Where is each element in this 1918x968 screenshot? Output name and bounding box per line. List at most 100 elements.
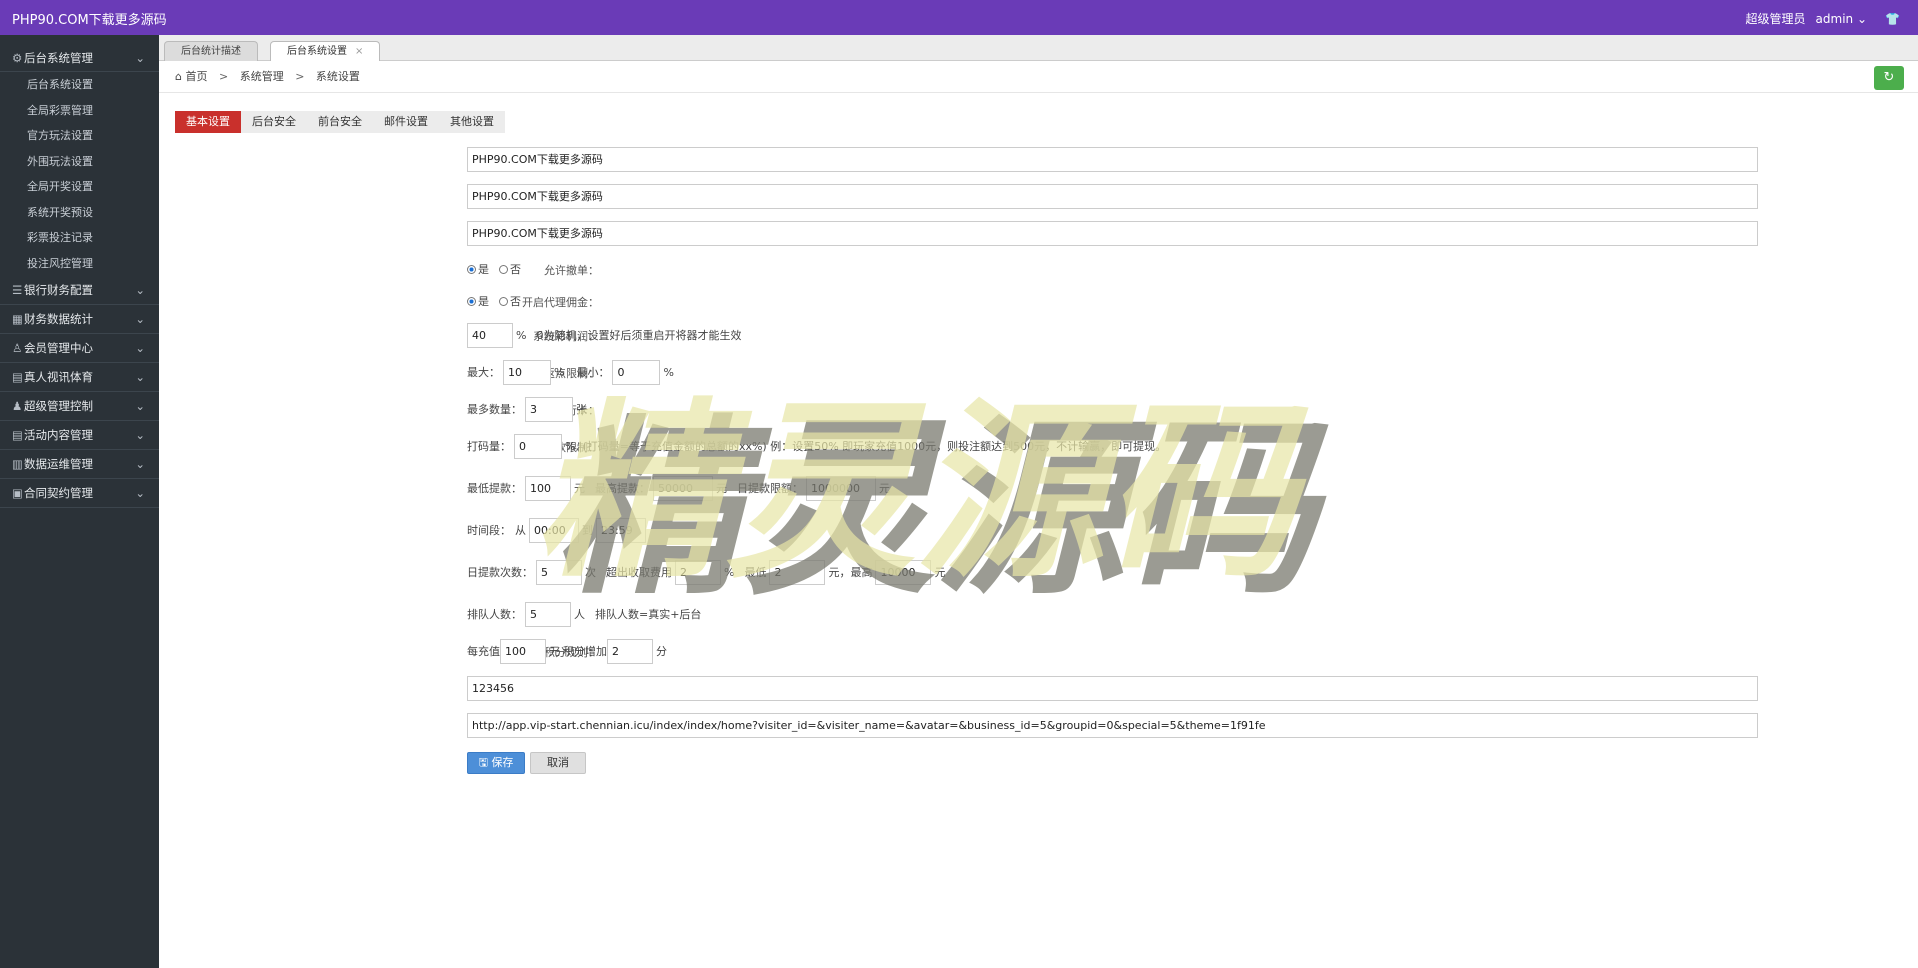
bet-amount-input[interactable]: 0 bbox=[514, 433, 562, 459]
fee-input[interactable]: 2 bbox=[675, 559, 721, 585]
points-add-input[interactable]: 2 bbox=[607, 638, 653, 664]
bank-card-max-label: 最多数量： bbox=[467, 403, 522, 416]
admin-icon: ♟ bbox=[12, 399, 23, 413]
yuan-unit: 元 bbox=[549, 645, 560, 658]
rebate-min-label: 最小： bbox=[576, 366, 610, 379]
building-icon: ▤ bbox=[12, 370, 23, 384]
breadcrumb-separator: > bbox=[218, 70, 229, 83]
percent-unit: % bbox=[516, 328, 527, 342]
top-bar: PHP90.COM下载更多源码 超级管理员 admin ⌄ 👕 bbox=[0, 0, 1918, 35]
bank-card-input[interactable]: 3 bbox=[525, 396, 573, 422]
sidebar-group-activities[interactable]: ▤活动内容管理 ⌄ bbox=[0, 421, 159, 450]
queue-unit: 人 bbox=[574, 608, 585, 621]
bet-amount-label: 打码量： bbox=[467, 440, 511, 453]
fee-max-label: 元，最高 bbox=[828, 566, 873, 579]
save-icon: 🖫 bbox=[478, 756, 488, 769]
save-label: 保存 bbox=[491, 756, 514, 769]
row-qq: 客服QQ： 123456 bbox=[159, 676, 1918, 702]
sidebar-item-official-play[interactable]: 官方玩法设置 bbox=[0, 123, 159, 149]
sidebar-group-bank[interactable]: ☰ 银行财务配置 ⌄ bbox=[0, 276, 159, 305]
daily-limit-input[interactable]: 1000000 bbox=[806, 475, 876, 501]
sidebar-group-contracts[interactable]: ▣合同契约管理 ⌄ bbox=[0, 479, 159, 508]
time-period-label: 时间段： bbox=[467, 524, 511, 537]
bet-amount-note: %, (打码量=等于充值金额的总额的xx%) 例：设置50% 即玩家充值1000… bbox=[565, 440, 1167, 453]
agent-commission-no-radio[interactable] bbox=[499, 296, 508, 306]
time-start-input[interactable]: 00:00 bbox=[529, 517, 579, 543]
site-name-input[interactable]: PHP90.COM下载更多源码 bbox=[467, 147, 1758, 172]
sidebar-item-bet-records[interactable]: 彩票投注记录 bbox=[0, 225, 159, 251]
cancel-button[interactable]: 取消 bbox=[530, 752, 586, 774]
percent-unit: % bbox=[724, 565, 735, 579]
refresh-button[interactable]: ↻ bbox=[1874, 66, 1904, 90]
tab-other-settings[interactable]: 其他设置 bbox=[439, 111, 505, 133]
sidebar-item-draw-preset[interactable]: 系统开奖预设 bbox=[0, 200, 159, 226]
row-withdraw-times: 日提款次数： 5 次 超出收取费用 2 % 最低 2 元，最高 10000 元 bbox=[159, 559, 1918, 585]
chevron-down-icon: ⌄ bbox=[135, 283, 145, 297]
sidebar-item-lottery-manage[interactable]: 全局彩票管理 bbox=[0, 98, 159, 124]
user-menu[interactable]: admin ⌄ bbox=[1816, 12, 1868, 26]
rebate-max-label: 最大： bbox=[467, 366, 500, 379]
rebate-max-input[interactable]: 10 bbox=[503, 359, 551, 385]
list-icon: ☰ bbox=[12, 283, 23, 297]
breadcrumb-separator: > bbox=[295, 70, 305, 83]
doc-icon: ▤ bbox=[12, 428, 23, 442]
breadcrumb: ⌂ 首页 > 系统管理 > 系统设置 ↻ bbox=[159, 61, 1918, 93]
tab-system-settings[interactable]: 后台系统设置 × bbox=[270, 41, 381, 61]
agent-commission-yes-radio[interactable] bbox=[467, 296, 476, 306]
fee-max-input[interactable]: 10000 bbox=[875, 559, 932, 585]
breadcrumb-home[interactable]: 首页 bbox=[185, 70, 207, 83]
chevron-down-icon: ⌄ bbox=[135, 486, 145, 500]
min-withdraw-input[interactable]: 100 bbox=[525, 475, 571, 501]
sidebar-item-draw-settings[interactable]: 全局开奖设置 bbox=[0, 174, 159, 200]
row-rebate: 返点限制： 最大： 10 % 最小： 0 % bbox=[159, 359, 1918, 385]
tab-backend-security[interactable]: 后台安全 bbox=[241, 111, 307, 133]
breadcrumb-system-manage[interactable]: 系统管理 bbox=[240, 70, 284, 83]
daily-times-input[interactable]: 5 bbox=[536, 559, 582, 585]
tab-mail-settings[interactable]: 邮件设置 bbox=[373, 111, 439, 133]
sidebar-item-external-play[interactable]: 外围玩法设置 bbox=[0, 149, 159, 175]
role-label: 超级管理员 bbox=[1745, 12, 1806, 26]
chevron-down-icon: ⌄ bbox=[135, 341, 145, 355]
form-tabs: 基本设置 后台安全 前台安全 邮件设置 其他设置 bbox=[175, 111, 505, 133]
sidebar-item-risk-control[interactable]: 投注风控管理 bbox=[0, 251, 159, 277]
sidebar: ⚙ 后台系统管理 ⌄ 后台系统设置 全局彩票管理 官方玩法设置 外围玩法设置 全局开… bbox=[0, 35, 159, 968]
save-button[interactable]: 🖫 保存 bbox=[467, 752, 525, 774]
sidebar-group-finance-stats[interactable]: ▦财务数据统计 ⌄ bbox=[0, 305, 159, 334]
chevron-down-icon: ⌄ bbox=[135, 399, 145, 413]
sidebar-group-data-ops[interactable]: ▥数据运维管理 ⌄ bbox=[0, 450, 159, 479]
times-unit: 次 bbox=[585, 566, 596, 579]
row-agent-commission: 开启代理佣金： 是 否 bbox=[159, 288, 1918, 314]
qq-input[interactable]: 123456 bbox=[467, 676, 1758, 701]
tab-basic-settings[interactable]: 基本设置 bbox=[175, 111, 241, 133]
fee-min-input[interactable]: 2 bbox=[769, 559, 826, 585]
sidebar-item-system-settings[interactable]: 后台系统设置 bbox=[0, 72, 159, 98]
allow-cancel-yes-radio[interactable] bbox=[467, 264, 476, 274]
profit-input[interactable]: 40 bbox=[467, 322, 513, 348]
queue-input[interactable]: 5 bbox=[525, 601, 571, 627]
per-recharge-input[interactable]: 100 bbox=[500, 638, 546, 664]
breadcrumb-current: 系统设置 bbox=[315, 70, 360, 83]
chart-icon: ▦ bbox=[12, 312, 23, 326]
allow-cancel-no-radio[interactable] bbox=[499, 264, 508, 274]
rebate-min-input[interactable]: 0 bbox=[612, 359, 661, 385]
row-actions: 🖫 保存 取消 bbox=[159, 752, 1918, 778]
sidebar-group-live-sports[interactable]: ▤真人视讯体育 ⌄ bbox=[0, 363, 159, 392]
home-icon: ⌂ bbox=[175, 70, 182, 83]
sidebar-group-super-admin[interactable]: ♟ 超级管理控制 ⌄ bbox=[0, 392, 159, 421]
fee-min-label: 最低 bbox=[744, 566, 767, 579]
row-allow-cancel: 允许撤单： 是 否 bbox=[159, 256, 1918, 282]
keywords-input[interactable]: PHP90.COM下载更多源码 bbox=[467, 184, 1758, 209]
shirt-icon[interactable]: 👕 bbox=[1885, 12, 1900, 26]
max-withdraw-input[interactable]: 50000 bbox=[653, 475, 713, 501]
sidebar-group-system[interactable]: ⚙ 后台系统管理 ⌄ bbox=[0, 45, 159, 72]
row-description: 描述： PHP90.COM下载更多源码 bbox=[159, 221, 1918, 247]
app-title[interactable]: PHP90.COM下载更多源码 bbox=[12, 9, 167, 28]
third-party-input[interactable]: http://app.vip-start.chennian.icu/index/… bbox=[467, 713, 1758, 738]
close-icon[interactable]: × bbox=[355, 46, 363, 57]
description-input[interactable]: PHP90.COM下载更多源码 bbox=[467, 221, 1758, 246]
to-label: 到 bbox=[582, 524, 593, 537]
sidebar-group-members[interactable]: ♙ 会员管理中心 ⌄ bbox=[0, 334, 159, 363]
time-end-input[interactable]: 23:59 bbox=[596, 517, 646, 543]
tab-stats-description[interactable]: 后台统计描述 bbox=[164, 41, 258, 61]
tab-frontend-security[interactable]: 前台安全 bbox=[307, 111, 373, 133]
